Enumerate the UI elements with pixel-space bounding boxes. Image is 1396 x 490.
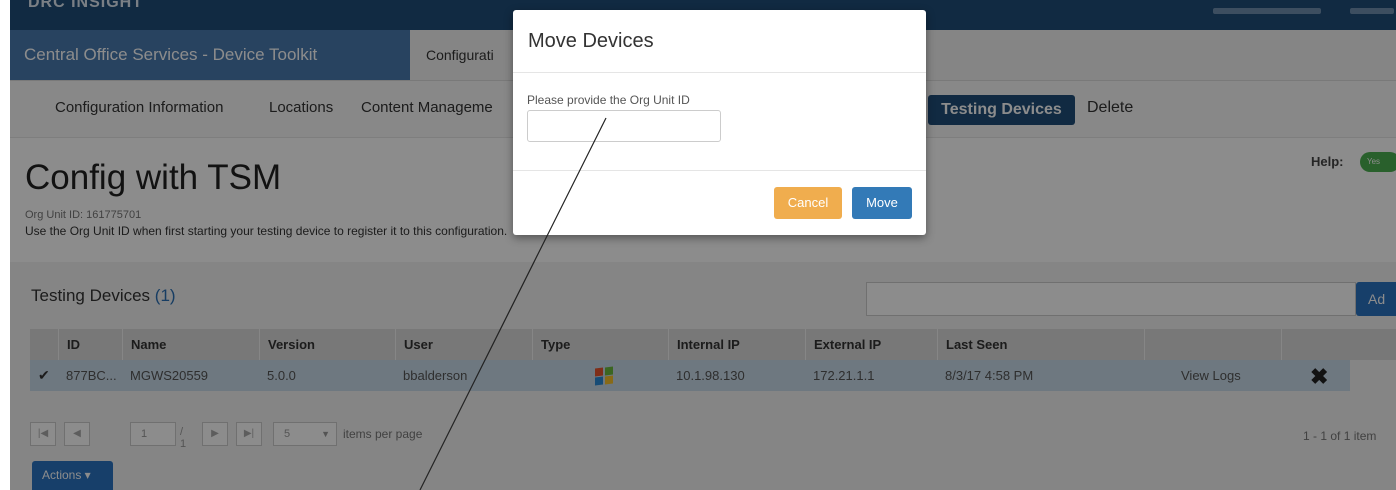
move-button[interactable]: Move [852,187,912,219]
cancel-button[interactable]: Cancel [774,187,842,219]
dialog-footer-divider [513,170,926,171]
org-unit-id-label: Please provide the Org Unit ID [527,93,690,107]
dialog-title: Move Devices [528,30,654,52]
org-unit-id-input[interactable] [527,110,721,142]
dialog-divider [513,72,926,73]
move-devices-dialog: Move Devices Please provide the Org Unit… [513,10,926,235]
